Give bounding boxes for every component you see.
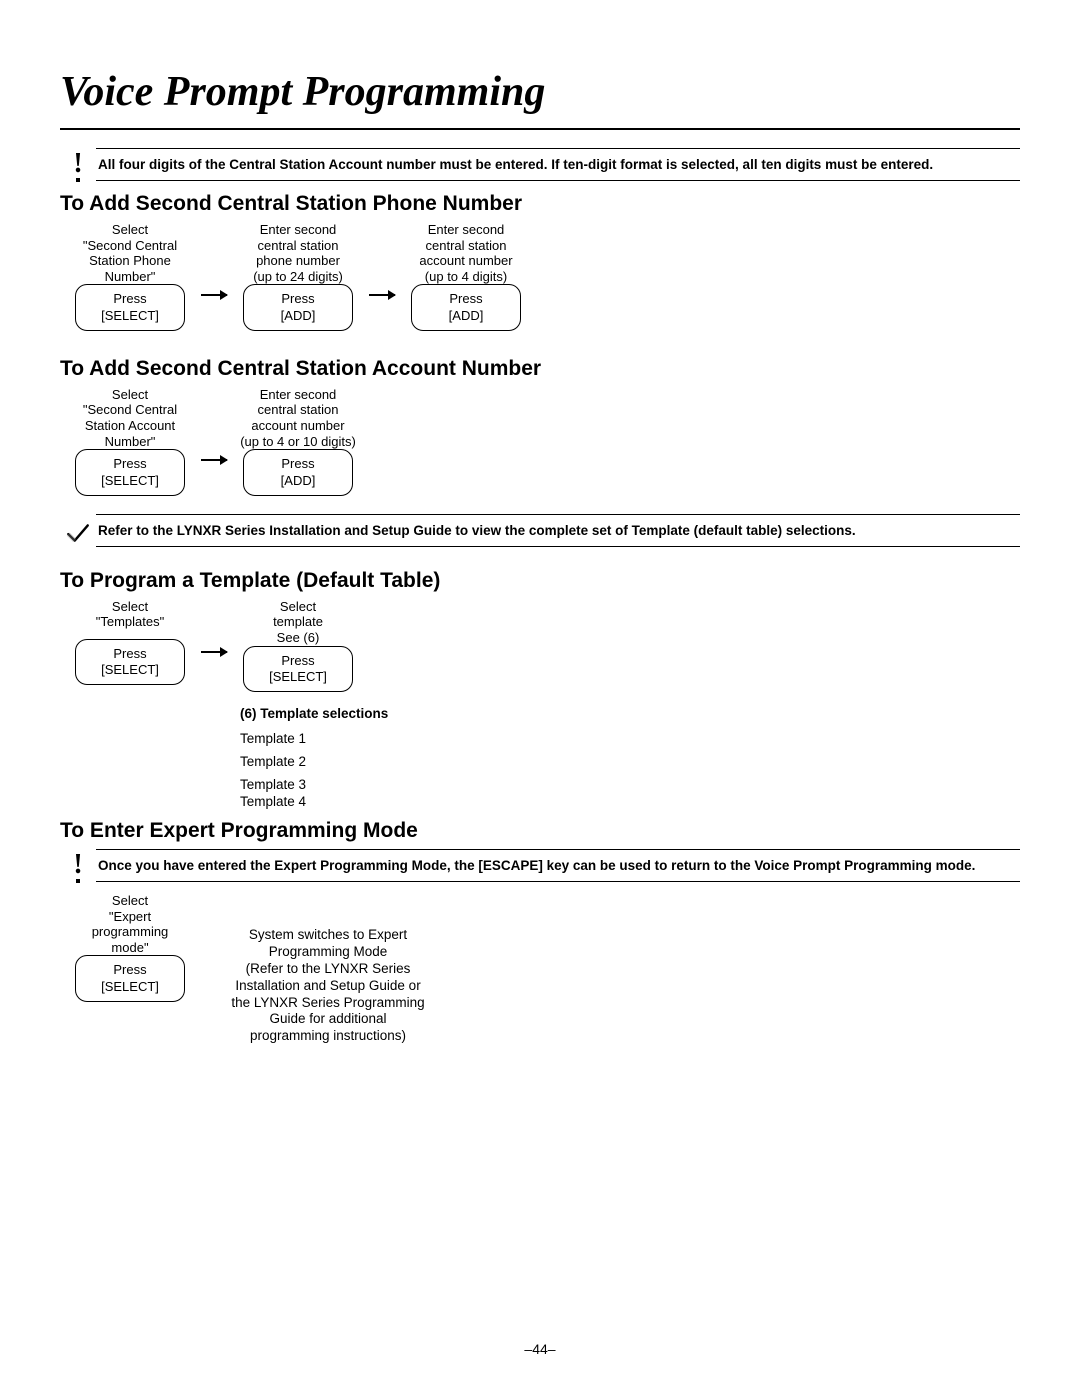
section-heading-expert: To Enter Expert Programming Mode [60,819,1020,843]
section-heading-phone: To Add Second Central Station Phone Numb… [60,192,1020,216]
flow-box: Press[SELECT] [75,284,185,331]
template-selections-heading: (6) Template selections [240,706,1020,721]
flow-label: Select"Expertprogrammingmode" [90,893,171,955]
flow-step: Select"Second CentralStation PhoneNumber… [60,222,200,331]
flow-step: Select"Templates" Press[SELECT] [60,599,200,686]
template-item: Template 4 [240,794,1020,809]
callout-text: All four digits of the Central Station A… [96,148,1020,181]
flow-box: Press[ADD] [243,284,353,331]
arrow-icon [200,222,228,296]
callout-lynx: Refer to the LYNXR Series Installation a… [60,514,1020,551]
template-item: Template 2 [240,754,1020,769]
flow-label: Enter secondcentral stationaccount numbe… [238,387,358,449]
exclamation-icon: ! [60,849,96,883]
flow-step: Enter secondcentral stationaccount numbe… [228,387,368,496]
callout-text: Refer to the LYNXR Series Installation a… [96,514,1020,547]
flow-label: Select"Second CentralStation PhoneNumber… [81,222,179,284]
flow-step: Enter secondcentral stationphone number(… [228,222,368,331]
callout-text: Once you have entered the Expert Program… [96,849,1020,882]
arrow-icon [200,599,228,653]
arrow-icon [368,222,396,296]
flow-expert: Select"Expertprogrammingmode" Press[SELE… [60,893,1020,1045]
callout-digits: ! All four digits of the Central Station… [60,148,1020,182]
flow-label: Enter secondcentral stationaccount numbe… [417,222,514,284]
flow-box: Press[SELECT] [75,639,185,686]
flow-template: Select"Templates" Press[SELECT] Selectte… [60,599,1020,692]
flow-box: Press[ADD] [411,284,521,331]
template-item: Template 3 [240,777,1020,792]
flow-box: Press[SELECT] [243,646,353,693]
flow-account: Select"Second CentralStation AccountNumb… [60,387,1020,496]
arrow-icon [200,387,228,461]
section-heading-template: To Program a Template (Default Table) [60,569,1020,593]
page-title: Voice Prompt Programming [60,68,1020,116]
flow-box: Press[SELECT] [75,449,185,496]
exclamation-icon: ! [60,148,96,182]
flow-label: Enter secondcentral stationphone number(… [251,222,345,284]
flow-step: Select"Expertprogrammingmode" Press[SELE… [60,893,200,1002]
section-heading-account: To Add Second Central Station Account Nu… [60,357,1020,381]
flow-step: SelecttemplateSee (6) Press[SELECT] [228,599,368,692]
page-number: –44– [0,1341,1080,1357]
flow-label: Select"Second CentralStation AccountNumb… [81,387,179,449]
template-selections: (6) Template selections Template 1 Templ… [240,706,1020,809]
template-item: Template 1 [240,731,1020,746]
expert-description: System switches to Expert Programming Mo… [228,893,428,1045]
flow-box: Press[ADD] [243,449,353,496]
flow-label: Select"Templates" [94,599,166,639]
flow-step: Enter secondcentral stationaccount numbe… [396,222,536,331]
callout-expert: ! Once you have entered the Expert Progr… [60,849,1020,883]
flow-box: Press[SELECT] [75,955,185,1002]
flow-label: SelecttemplateSee (6) [271,599,325,646]
title-rule [60,128,1020,130]
flow-step: Select"Second CentralStation AccountNumb… [60,387,200,496]
check-icon [60,514,96,551]
flow-phone: Select"Second CentralStation PhoneNumber… [60,222,1020,331]
